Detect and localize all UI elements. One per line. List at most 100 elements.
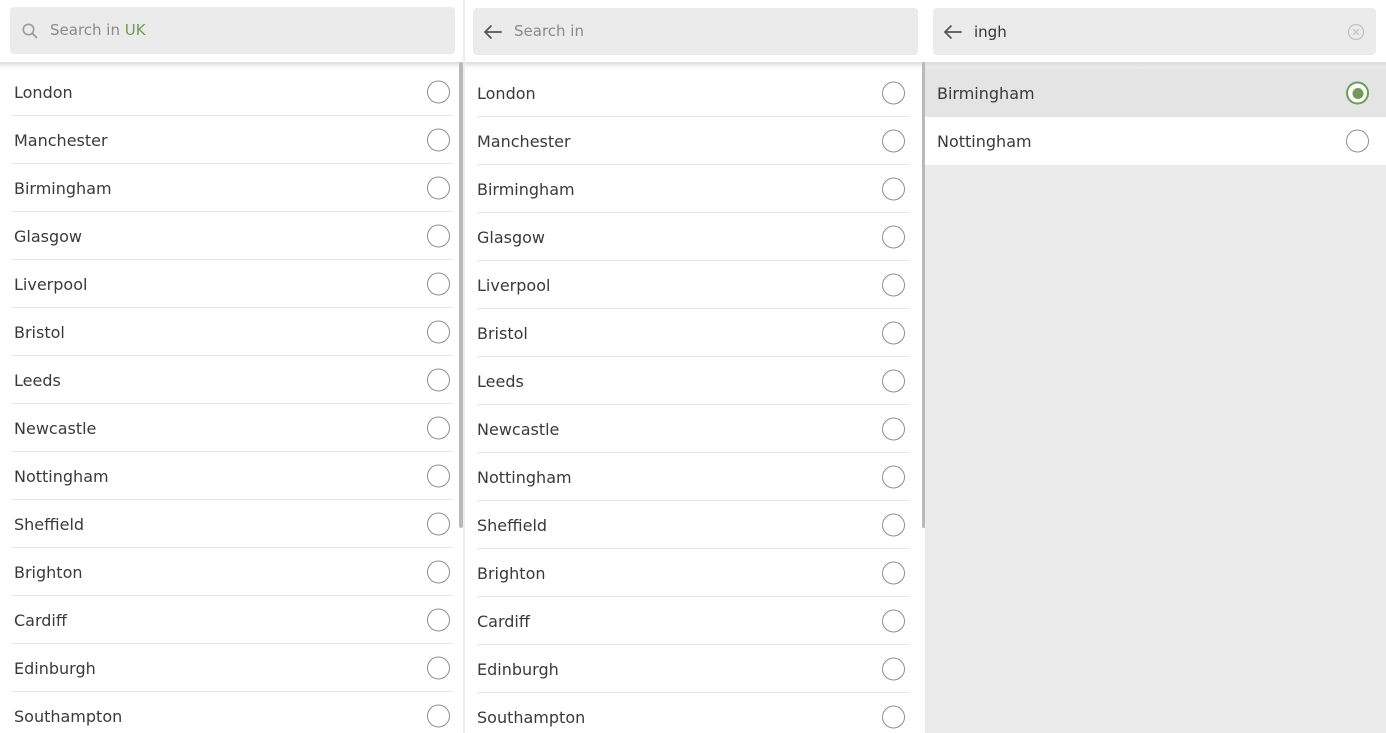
city-option[interactable]: Nottingham	[925, 117, 1386, 165]
city-label: London	[14, 82, 73, 102]
city-option[interactable]: Edinburgh	[465, 645, 927, 693]
city-option[interactable]: Nottingham	[465, 453, 927, 501]
back-arrow-icon[interactable]	[942, 21, 964, 43]
radio-button[interactable]	[427, 416, 450, 440]
radio-button[interactable]	[427, 272, 450, 296]
back-arrow-icon[interactable]	[482, 21, 504, 43]
city-option[interactable]: Glasgow	[0, 212, 463, 260]
city-label: Edinburgh	[477, 659, 559, 679]
radio-button[interactable]	[427, 608, 450, 632]
radio-button[interactable]	[427, 560, 450, 584]
radio-button[interactable]	[427, 368, 450, 392]
city-option[interactable]: Birmingham	[925, 69, 1386, 117]
city-option[interactable]: Southampton	[465, 693, 927, 733]
radio-button[interactable]	[882, 513, 905, 537]
radio-button[interactable]	[882, 417, 905, 441]
city-option[interactable]: Leeds	[465, 357, 927, 405]
city-label: Nottingham	[477, 467, 572, 487]
city-label: Brighton	[477, 563, 546, 583]
radio-button[interactable]	[427, 464, 450, 488]
panel-search-results: ingh Birmingham Nottingham	[925, 0, 1386, 733]
city-option[interactable]: Nottingham	[0, 452, 463, 500]
radio-button[interactable]	[882, 657, 905, 681]
city-option[interactable]: Southampton	[0, 692, 463, 733]
city-label: Sheffield	[477, 515, 548, 535]
radio-button[interactable]	[1346, 81, 1369, 105]
city-option[interactable]: Sheffield	[0, 500, 463, 548]
search-input[interactable]: Search in UK	[10, 7, 455, 54]
city-option[interactable]: London	[465, 69, 927, 117]
radio-button[interactable]	[427, 80, 450, 104]
city-option[interactable]: Edinburgh	[0, 644, 463, 692]
radio-button[interactable]	[427, 128, 450, 152]
radio-button[interactable]	[427, 176, 450, 200]
city-option[interactable]: Brighton	[465, 549, 927, 597]
radio-button[interactable]	[882, 81, 905, 105]
city-option[interactable]: Cardiff	[465, 597, 927, 645]
city-label: Southampton	[477, 707, 586, 727]
radio-button[interactable]	[882, 561, 905, 585]
radio-button[interactable]	[427, 704, 450, 728]
city-option[interactable]: Manchester	[465, 117, 927, 165]
header-shadow	[465, 62, 927, 68]
city-label: Liverpool	[477, 275, 551, 295]
city-option[interactable]: Sheffield	[465, 501, 927, 549]
radio-button[interactable]	[882, 705, 905, 729]
city-option[interactable]: London	[0, 68, 463, 116]
city-label: Cardiff	[14, 610, 67, 630]
city-label: Birmingham	[14, 178, 112, 198]
radio-button[interactable]	[882, 273, 905, 297]
city-option[interactable]: Liverpool	[0, 260, 463, 308]
panel-uk-cities: Search in UK London Manchester Birmingham G…	[0, 0, 463, 733]
radio-button[interactable]	[882, 225, 905, 249]
radio-button[interactable]	[882, 609, 905, 633]
city-option[interactable]: Birmingham	[465, 165, 927, 213]
city-list: London Manchester Birmingham Glasgow Liverpo…	[0, 68, 463, 733]
radio-button[interactable]	[427, 320, 450, 344]
city-option[interactable]: Birmingham	[0, 164, 463, 212]
city-option[interactable]: Cardiff	[0, 596, 463, 644]
city-label: Birmingham	[937, 83, 1035, 103]
clear-icon[interactable]	[1347, 23, 1365, 41]
city-label: Brighton	[14, 562, 83, 582]
city-list: London Manchester Birmingham Glasgow Liverpo…	[465, 69, 927, 733]
city-option[interactable]: Liverpool	[465, 261, 927, 309]
search-scope: UK	[124, 21, 146, 39]
city-label: Nottingham	[937, 131, 1032, 151]
radio-button[interactable]	[427, 512, 450, 536]
search-input[interactable]: Search in	[473, 8, 918, 55]
radio-button[interactable]	[1346, 129, 1369, 153]
city-option[interactable]: Newcastle	[0, 404, 463, 452]
search-query: ingh	[974, 22, 1007, 41]
radio-button[interactable]	[882, 321, 905, 345]
city-option[interactable]: Bristol	[465, 309, 927, 357]
city-label: Edinburgh	[14, 658, 96, 678]
search-icon	[21, 22, 39, 40]
radio-button[interactable]	[882, 369, 905, 393]
city-label: Leeds	[14, 370, 61, 390]
city-label: Newcastle	[14, 418, 97, 438]
city-option[interactable]: Glasgow	[465, 213, 927, 261]
city-option[interactable]: Brighton	[0, 548, 463, 596]
city-label: Bristol	[477, 323, 528, 343]
search-results-list: Birmingham Nottingham	[925, 69, 1386, 165]
city-label: Newcastle	[477, 419, 560, 439]
city-label: Manchester	[14, 130, 108, 150]
radio-button[interactable]	[427, 224, 450, 248]
search-input[interactable]: ingh	[933, 8, 1376, 55]
radio-button[interactable]	[427, 656, 450, 680]
radio-button[interactable]	[882, 465, 905, 489]
search-placeholder: Search in UK	[50, 21, 146, 39]
header-shadow	[925, 62, 1386, 68]
city-label: Sheffield	[14, 514, 85, 534]
city-option[interactable]: Bristol	[0, 308, 463, 356]
city-option[interactable]: Manchester	[0, 116, 463, 164]
city-label: Glasgow	[14, 226, 83, 246]
radio-button[interactable]	[882, 177, 905, 201]
radio-button[interactable]	[882, 129, 905, 153]
city-option[interactable]: Leeds	[0, 356, 463, 404]
city-label: Cardiff	[477, 611, 530, 631]
city-option[interactable]: Newcastle	[465, 405, 927, 453]
city-label: Leeds	[477, 371, 524, 391]
city-label: Glasgow	[477, 227, 546, 247]
